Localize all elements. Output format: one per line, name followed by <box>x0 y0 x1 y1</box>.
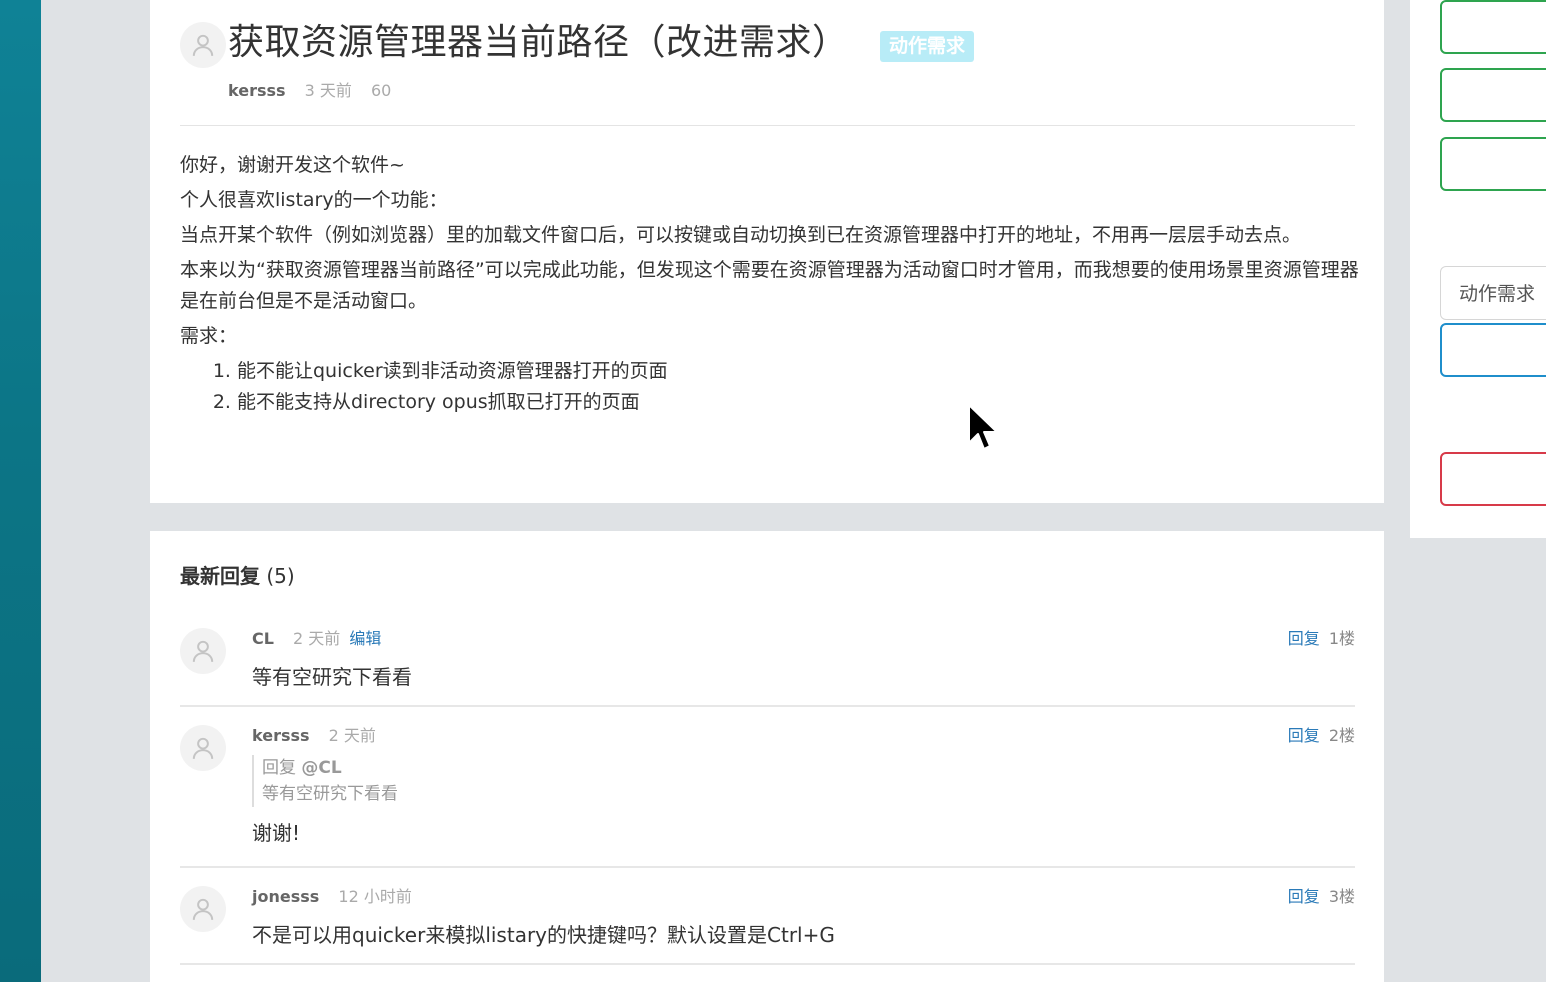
reply-avatar[interactable] <box>180 628 226 674</box>
topic-views: 60 <box>371 81 392 100</box>
sidebar-danger-button[interactable] <box>1440 452 1546 506</box>
reply-link[interactable]: 回复 <box>1288 726 1320 745</box>
list-item: 能不能让quicker读到非活动资源管理器打开的页面 <box>237 356 1360 387</box>
edit-link[interactable]: 编辑 <box>349 629 381 648</box>
topic-content: 你好，谢谢开发这个软件~ 个人很喜欢listary的一个功能： 当点开某个软件（… <box>180 150 1360 418</box>
reply-meta: CL 2 天前 编辑 <box>252 628 381 650</box>
reply-time: 2 天前 <box>293 629 341 648</box>
reply-item: jonesss 12 小时前 回复 3楼 不是可以用quicker来模拟list… <box>180 886 1355 956</box>
reply-link[interactable]: 回复 <box>1288 629 1320 648</box>
topic-meta: kersss 3 天前 60 <box>228 77 391 101</box>
reply-meta: kersss 2 天前 <box>252 725 380 747</box>
reply-author[interactable]: jonesss <box>252 887 319 906</box>
content-paragraph: 你好，谢谢开发这个软件~ <box>180 154 405 176</box>
reply-avatar[interactable] <box>180 886 226 932</box>
quote-mention[interactable]: @CL <box>301 758 341 778</box>
reply-item: CL 2 天前 编辑 回复 1楼 等有空研究下看看 <box>180 628 1355 698</box>
sidebar-action-button[interactable] <box>1440 137 1546 191</box>
replies-heading-label: 最新回复 <box>180 564 260 588</box>
quote-header: 回复 @CL <box>262 755 398 781</box>
list-item: 能不能支持从directory opus抓取已打开的页面 <box>237 387 1360 418</box>
topic-tag-badge[interactable]: 动作需求 <box>880 31 975 62</box>
content-paragraph: 个人很喜欢listary的一个功能： <box>180 189 448 211</box>
reply-body: 不是可以用quicker来模拟listary的快捷键吗？默认设置是Ctrl+G <box>252 923 835 947</box>
quote-prefix: 回复 <box>262 758 296 778</box>
topic-divider <box>180 125 1355 126</box>
floor-number: 3楼 <box>1328 887 1355 906</box>
right-sidebar: 动作需求 <box>1410 0 1546 538</box>
sidebar-action-button[interactable] <box>1440 68 1546 122</box>
quote-text: 等有空研究下看看 <box>262 784 398 804</box>
reply-link[interactable]: 回复 <box>1288 887 1320 906</box>
reply-actions: 回复 1楼 <box>1288 628 1355 650</box>
content-paragraph: 需求： <box>180 325 238 347</box>
reply-actions: 回复 2楼 <box>1288 725 1355 747</box>
user-avatar-icon <box>192 640 214 662</box>
reply-body: 谢谢! <box>252 821 301 845</box>
mouse-cursor-icon <box>968 404 998 450</box>
topic-author[interactable]: kersss <box>228 81 286 100</box>
floor-number: 2楼 <box>1328 726 1355 745</box>
topic-title: 获取资源管理器当前路径（改进需求） <box>228 22 849 63</box>
replies-heading: 最新回复 (5) <box>180 560 295 589</box>
sidebar-primary-button[interactable] <box>1440 323 1546 377</box>
reply-divider <box>180 963 1355 965</box>
reply-time: 2 天前 <box>328 726 376 745</box>
reply-avatar[interactable] <box>180 725 226 771</box>
desktop-background-strip <box>0 0 41 982</box>
reply-actions: 回复 3楼 <box>1288 886 1355 908</box>
user-avatar-icon <box>192 898 214 920</box>
topic-card: 获取资源管理器当前路径（改进需求） 动作需求 kersss 3 天前 60 你好… <box>150 0 1384 503</box>
reply-author[interactable]: CL <box>252 629 274 648</box>
reply-item: kersss 2 天前 回复 2楼 回复 @CL 等有空研究下看看 谢谢! <box>180 725 1355 855</box>
replies-count: (5) <box>266 564 295 588</box>
user-avatar-icon <box>192 34 214 56</box>
sidebar-action-button[interactable] <box>1440 0 1546 54</box>
reply-divider <box>180 866 1355 868</box>
quoted-reply: 回复 @CL 等有空研究下看看 <box>252 755 398 807</box>
reply-time: 12 小时前 <box>338 887 412 906</box>
category-button[interactable]: 动作需求 <box>1440 266 1546 320</box>
floor-number: 1楼 <box>1328 629 1355 648</box>
reply-author[interactable]: kersss <box>252 726 310 745</box>
topic-header: 获取资源管理器当前路径（改进需求） 动作需求 <box>180 18 1280 70</box>
topic-time: 3 天前 <box>304 81 352 100</box>
user-avatar-icon <box>192 737 214 759</box>
reply-body: 等有空研究下看看 <box>252 665 412 689</box>
requirements-list: 能不能让quicker读到非活动资源管理器打开的页面 能不能支持从directo… <box>180 356 1360 418</box>
reply-divider <box>180 705 1355 707</box>
reply-meta: jonesss 12 小时前 <box>252 886 416 908</box>
content-paragraph: 当点开某个软件（例如浏览器）里的加载文件窗口后，可以按键或自动切换到已在资源管理… <box>180 224 1302 246</box>
author-avatar[interactable] <box>180 22 226 68</box>
content-paragraph: 本来以为“获取资源管理器当前路径”可以完成此功能，但发现这个需要在资源管理器为活… <box>180 259 1359 312</box>
